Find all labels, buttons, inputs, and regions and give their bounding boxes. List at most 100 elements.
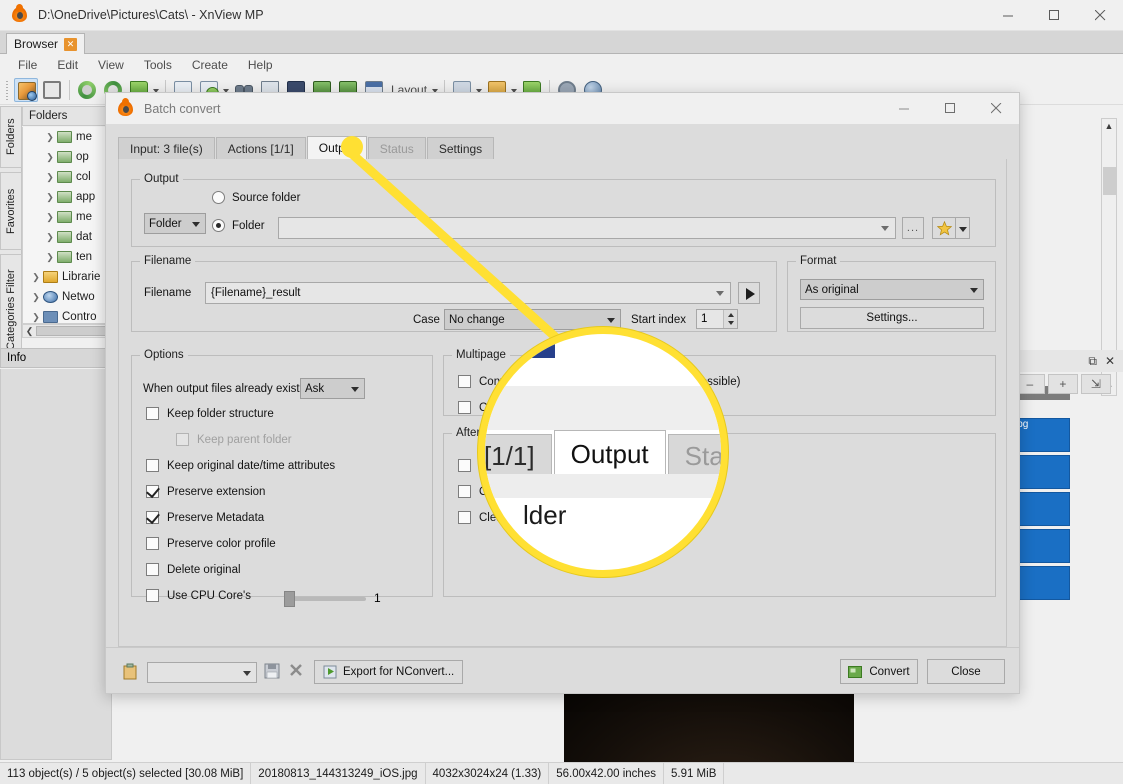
favorites-dropdown-button[interactable] [956,217,970,239]
script-combo[interactable] [147,661,257,683]
delete-original-checkbox[interactable] [146,563,159,576]
folder-tree-hscrollbar[interactable]: ❮ [22,324,112,338]
thumbnail-selected[interactable] [1012,455,1070,489]
tree-item[interactable]: ❯ app [23,187,111,207]
tree-item[interactable]: ❯ dat [23,227,111,247]
tab-input[interactable]: Input: 3 file(s) [118,137,215,159]
preserve-extension-row[interactable]: Preserve extension [146,485,265,498]
tree-item-control-panel[interactable]: ❯ Contro [23,307,111,323]
zoom-fit-button[interactable]: ⇲ [1080,374,1111,394]
scrollbar-thumb[interactable] [36,326,109,336]
tree-item[interactable]: ❯ col [23,167,111,187]
tree-item-network[interactable]: ❯ Netwo [23,287,111,307]
play-icon[interactable] [738,282,760,304]
zoom-in-button[interactable]: + [1047,374,1078,394]
tree-item[interactable]: ❯ me [23,127,111,147]
maximize-icon[interactable] [1031,0,1077,31]
thumbnail-selected[interactable] [1012,529,1070,563]
chevron-right-icon[interactable]: ❯ [43,132,57,143]
menu-view[interactable]: View [88,56,134,74]
folder-radio-row[interactable]: Folder [212,219,265,232]
slider-handle[interactable] [284,591,295,607]
open-script-icon[interactable] [122,663,140,681]
chevron-right-icon[interactable]: ❯ [43,232,57,243]
chevron-right-icon[interactable]: ❯ [43,192,57,203]
maximize-icon[interactable] [927,93,973,124]
thumbnail-selected[interactable] [1012,566,1070,600]
chevron-right-icon[interactable]: ❯ [43,252,57,263]
save-icon[interactable] [264,663,282,681]
convert-multipage-checkbox[interactable] [458,375,471,388]
tree-item[interactable]: ❯ me [23,207,111,227]
tab-browser[interactable]: Browser ✕ [6,33,86,54]
convert-all-pages-checkbox[interactable] [458,401,471,414]
format-settings-button[interactable]: Settings... [800,307,984,329]
sidebar-tab-folders[interactable]: Folders [0,106,22,168]
chevron-right-icon[interactable]: ❯ [29,312,43,323]
tree-item[interactable]: ❯ ten [23,247,111,267]
start-index-stepper[interactable]: 1 [696,309,738,329]
chevron-right-icon[interactable]: ❯ [43,152,57,163]
scrollbar-thumb[interactable] [1103,167,1116,195]
chevron-right-icon[interactable]: ❯ [29,292,43,303]
minimize-icon[interactable] [985,0,1031,31]
menu-edit[interactable]: Edit [47,56,88,74]
close-icon[interactable] [973,93,1019,124]
format-combo[interactable]: As original [800,279,984,300]
star-icon[interactable] [932,217,956,239]
tab-settings[interactable]: Settings [426,137,495,159]
clear-input-files-checkbox[interactable] [458,511,471,524]
delete-original-row[interactable]: Delete original [146,563,241,576]
menu-help[interactable]: Help [238,56,283,74]
preserve-color-profile-row[interactable]: Preserve color profile [146,537,276,550]
toolbar-grip[interactable] [4,78,10,101]
preserve-metadata-checkbox[interactable] [146,511,159,524]
export-nconvert-button[interactable]: Export for NConvert... [314,660,464,684]
thumbnail-selected[interactable] [1012,492,1070,526]
tree-item[interactable]: ❯ op [23,147,111,167]
thumbnail-selected[interactable]: jpg [1012,418,1070,452]
undo-icon[interactable] [75,78,99,102]
chevron-right-icon[interactable]: ❯ [43,212,57,223]
preserve-extension-checkbox[interactable] [146,485,159,498]
keep-original-datetime-checkbox[interactable] [146,459,159,472]
keep-folder-structure-checkbox[interactable] [146,407,159,420]
restore-icon[interactable]: ⧉ [1088,354,1097,369]
sidebar-tab-favorites[interactable]: Favorites [0,172,22,250]
cpu-cores-slider[interactable] [284,591,366,607]
convert-button[interactable]: Convert [840,659,918,684]
photo-browser-icon[interactable] [14,77,38,102]
overwrite-combo[interactable]: Ask [300,378,365,399]
menu-file[interactable]: File [8,56,47,74]
minimize-icon[interactable] [881,93,927,124]
close-icon[interactable]: ✕ [64,37,78,51]
source-folder-radio-row[interactable]: Source folder [212,191,300,204]
thumbnail-strip[interactable]: IF jpg [1012,116,1072,760]
close-icon[interactable]: ✕ [1105,354,1115,368]
tree-item-libraries[interactable]: ❯ Librarie [23,267,111,287]
tab-actions[interactable]: Actions [1/1] [215,137,306,159]
open-file-explorer-checkbox[interactable] [458,459,471,472]
filename-input[interactable]: {Filename}_result [205,282,731,304]
chevron-right-icon[interactable]: ❯ [29,272,43,283]
use-cpu-cores-checkbox[interactable] [146,589,159,602]
menu-tools[interactable]: Tools [134,56,182,74]
folder-radio[interactable] [212,219,225,232]
close-icon[interactable] [1077,0,1123,31]
close-button[interactable]: Close [927,659,1005,684]
tab-status[interactable]: Status [367,137,426,159]
chevron-right-icon[interactable]: ❯ [43,172,57,183]
fullscreen-icon[interactable] [40,78,64,102]
open-in-browser-checkbox[interactable] [458,485,471,498]
folder-tree[interactable]: ❯ me ❯ op ❯ col ❯ app ❯ me ❯ dat ❯ ten ❯ Librari… [22,127,112,324]
keep-folder-structure-row[interactable]: Keep folder structure [146,407,274,420]
keep-original-datetime-row[interactable]: Keep original date/time attributes [146,459,335,472]
chevron-up-icon[interactable]: ▲ [1102,119,1116,133]
source-folder-radio[interactable] [212,191,225,204]
menu-create[interactable]: Create [182,56,238,74]
browse-folder-button[interactable]: ... [902,217,924,239]
use-cpu-cores-row[interactable]: Use CPU Core's [146,589,251,602]
preserve-color-profile-checkbox[interactable] [146,537,159,550]
output-folder-input[interactable] [278,217,896,239]
output-mode-combo[interactable]: Folder [144,213,206,234]
